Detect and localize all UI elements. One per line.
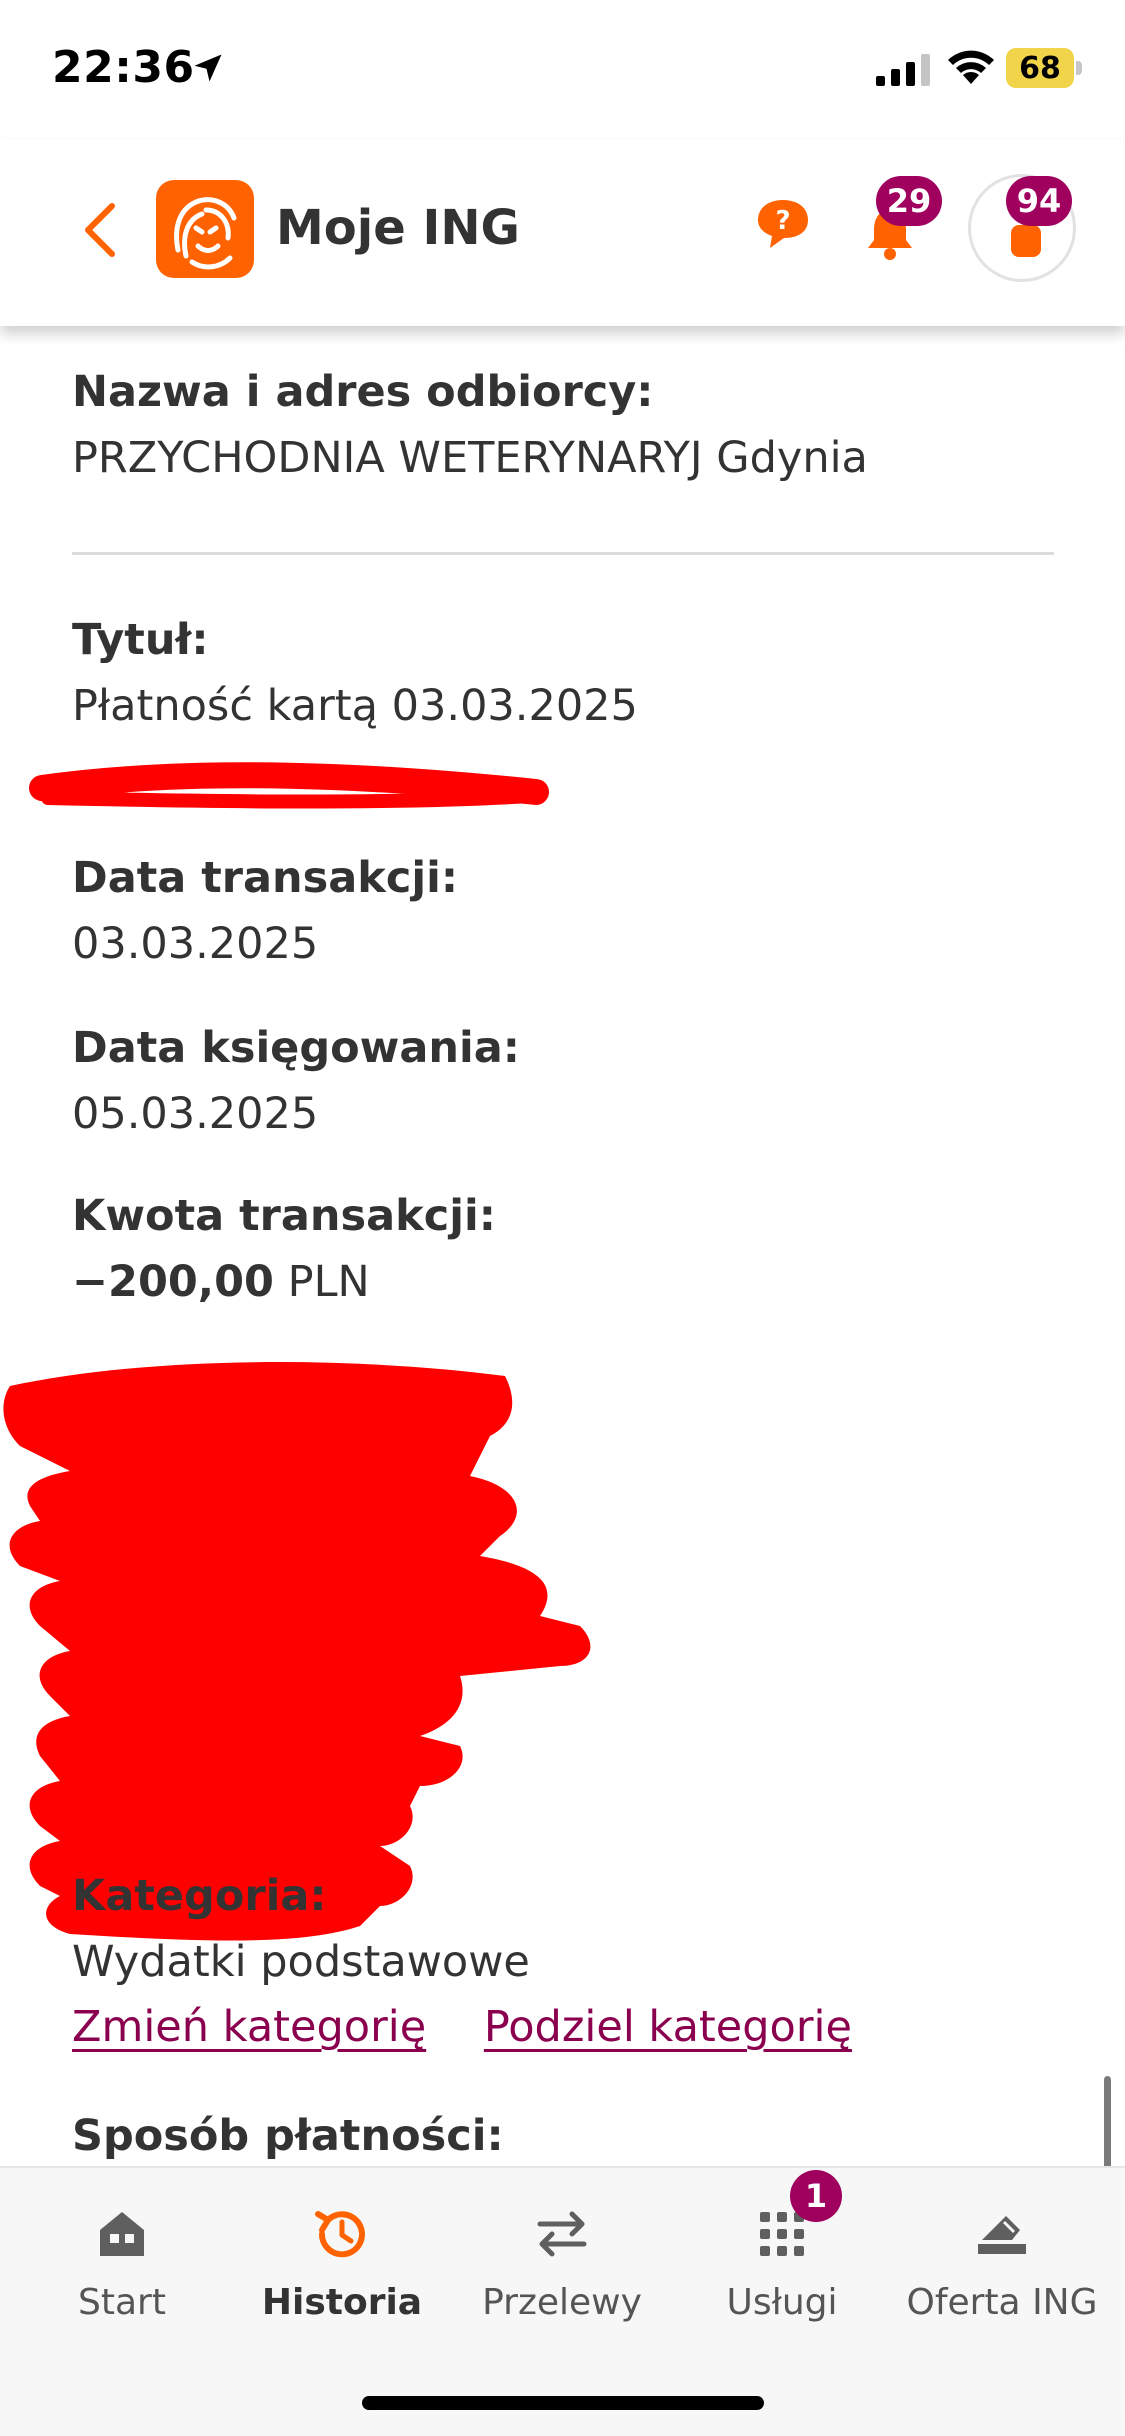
history-icon: [315, 2211, 365, 2258]
home-icon: [100, 2212, 144, 2256]
category-links: Zmień kategorię Podziel kategorię: [72, 2002, 1072, 2052]
transaction-date-value: 03.03.2025: [72, 919, 319, 969]
amount-currency: PLN: [287, 1257, 370, 1307]
payment-method-label: Sposób płatności:: [72, 2111, 504, 2161]
change-category-link[interactable]: Zmień kategorię: [72, 2002, 426, 2052]
transaction-date-field: Data transakcji: 03.03.2025: [72, 848, 1072, 980]
battery-level: 68: [1006, 48, 1074, 88]
svg-text:?: ?: [775, 206, 790, 236]
nav-start-label: Start: [78, 2282, 166, 2323]
scrollbar[interactable]: [1104, 2076, 1111, 2166]
notifications-badge: 29: [876, 176, 942, 226]
nav-historia-label: Historia: [261, 2282, 423, 2323]
category-label: Kategoria:: [72, 1871, 327, 1921]
transaction-date-label: Data transakcji:: [72, 853, 459, 903]
status-bar: 22:36 68: [0, 0, 1125, 140]
amount-value: −200,00: [72, 1257, 274, 1307]
cellular-signal-icon: [876, 54, 930, 86]
nav-uslugi-label: Usługi: [726, 2282, 838, 2323]
nav-przelewy[interactable]: Przelewy: [452, 2190, 672, 2330]
back-chevron-icon[interactable]: [78, 200, 122, 260]
category-field: Kategoria: Wydatki podstawowe: [72, 1866, 1072, 1998]
title-value: Płatność kartą 03.03.2025: [72, 681, 638, 731]
home-indicator[interactable]: [362, 2396, 764, 2410]
lion-icon: [174, 197, 237, 270]
section-divider: [72, 552, 1054, 555]
status-time: 22:36: [52, 42, 195, 93]
battery-indicator: 68: [1006, 48, 1082, 88]
location-arrow-icon: [194, 54, 222, 82]
split-category-link[interactable]: Podziel kategorię: [484, 2002, 852, 2052]
battery-cap: [1076, 61, 1082, 75]
nav-uslugi[interactable]: Usługi: [672, 2190, 892, 2330]
nav-przelewy-label: Przelewy: [482, 2282, 642, 2323]
app-header: Moje ING ?: [0, 140, 1125, 326]
help-chat-icon[interactable]: ?: [754, 196, 812, 252]
recipient-value: PRZYCHODNIA WETERYNARYJ Gdynia: [72, 433, 868, 483]
profile-badge: 94: [1006, 176, 1072, 226]
title-label: Tytuł:: [72, 615, 209, 665]
transaction-details: Nazwa i adres odbiorcy: PRZYCHODNIA WETE…: [0, 326, 1125, 2166]
offer-icon: [978, 2216, 1026, 2254]
amount-line: −200,00 PLN: [72, 1246, 1072, 1318]
wifi-icon: [948, 50, 994, 84]
payment-method-field: Sposób płatności:: [72, 2106, 1072, 2166]
booking-date-field: Data księgowania: 05.03.2025: [72, 1018, 1072, 1150]
profile-icon: [1011, 225, 1041, 257]
amount-field: Kwota transakcji: −200,00 PLN: [72, 1186, 1072, 1318]
ing-lion-logo: [156, 180, 254, 278]
amount-label: Kwota transakcji:: [72, 1191, 496, 1241]
nav-oferta[interactable]: Oferta ING: [892, 2190, 1112, 2330]
booking-date-value: 05.03.2025: [72, 1089, 319, 1139]
category-value: Wydatki podstawowe: [72, 1937, 530, 1987]
app-title: Moje ING: [276, 200, 520, 256]
nav-oferta-label: Oferta ING: [906, 2282, 1098, 2323]
nav-start[interactable]: Start: [12, 2190, 232, 2330]
transfer-arrows-icon: [537, 2211, 587, 2257]
title-field: Tytuł: Płatność kartą 03.03.2025: [72, 610, 1072, 742]
nav-historia[interactable]: Historia: [232, 2190, 452, 2330]
booking-date-label: Data księgowania:: [72, 1023, 520, 1073]
recipient-label: Nazwa i adres odbiorcy:: [72, 367, 654, 417]
recipient-field: Nazwa i adres odbiorcy: PRZYCHODNIA WETE…: [72, 362, 1072, 494]
services-badge: 1: [790, 2170, 842, 2222]
